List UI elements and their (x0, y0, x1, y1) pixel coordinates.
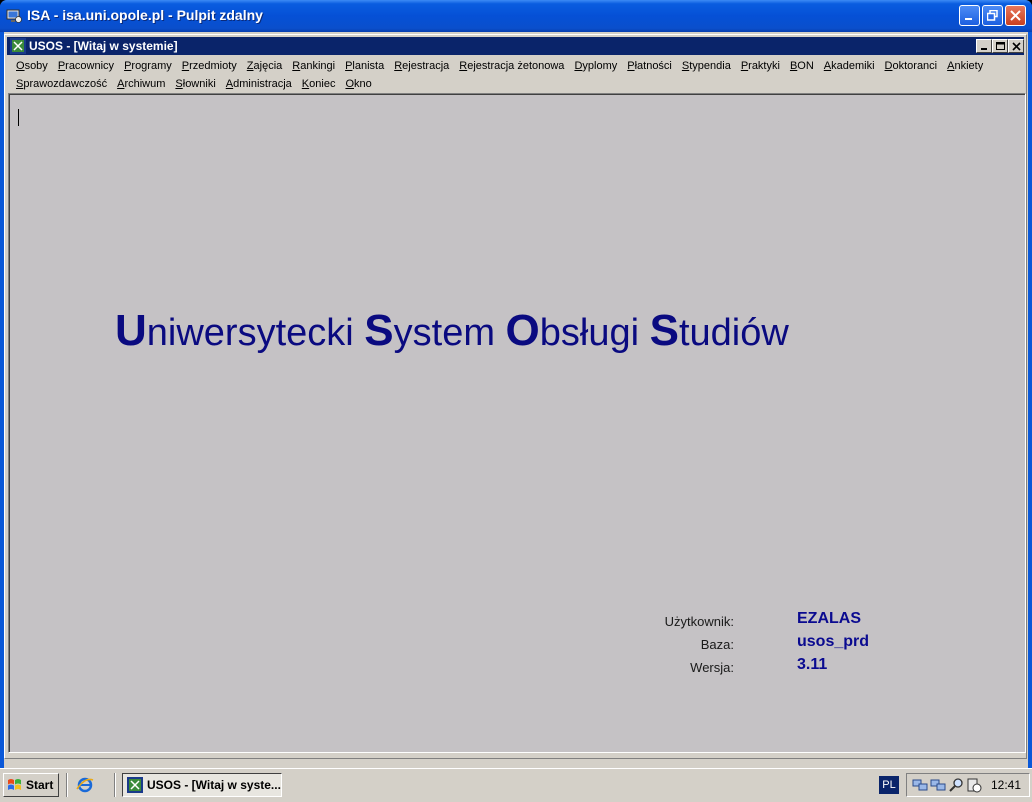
magnifier-icon[interactable] (948, 777, 964, 793)
outer-title-bar[interactable]: ISA - isa.uni.opole.pl - Pulpit zdalny (0, 0, 1032, 32)
start-label: Start (26, 778, 54, 792)
close-icon (1012, 42, 1021, 51)
restore-button[interactable] (982, 5, 1003, 26)
text-caret (18, 109, 19, 126)
outer-window-title: ISA - isa.uni.opole.pl - Pulpit zdalny (27, 7, 263, 23)
inner-window-title: USOS - [Witaj w systemie] (29, 39, 178, 53)
user-row: Użytkownik: EZALAS (649, 610, 989, 633)
usos-app-icon (10, 38, 26, 54)
heading-word-3: bsługi (539, 312, 650, 354)
menu-item-stypendia[interactable]: Stypendia (677, 57, 736, 75)
network-icon[interactable] (912, 777, 928, 793)
heading-initial-u: U (115, 306, 147, 355)
taskbar-usos-label: USOS - [Witaj w syste... (147, 778, 281, 792)
user-label: Użytkownik: (664, 614, 734, 629)
menu-item-akademiki[interactable]: Akademiki (819, 57, 880, 75)
close-button[interactable] (1005, 5, 1026, 26)
database-row: Baza: usos_prd (649, 633, 989, 656)
remote-desktop-icon (6, 9, 22, 23)
menu-item-ankiety[interactable]: Ankiety (942, 57, 988, 75)
menu-item-płatności[interactable]: Płatności (622, 57, 677, 75)
menu-item-praktyki[interactable]: Praktyki (736, 57, 785, 75)
menu-item-przedmioty[interactable]: Przedmioty (177, 57, 242, 75)
menu-item-bon[interactable]: BON (785, 57, 819, 75)
system-tray: 12:41 (906, 773, 1030, 797)
taskbar-separator (114, 773, 116, 797)
version-row: Wersja: 3.11 (649, 656, 989, 679)
menu-item-słowniki[interactable]: Słowniki (170, 75, 220, 93)
menu-item-administracja[interactable]: Administracja (221, 75, 297, 93)
minimize-icon (981, 48, 987, 50)
minimize-button[interactable] (959, 5, 980, 26)
menu-item-pracownicy[interactable]: Pracownicy (53, 57, 119, 75)
windows-flag-icon (8, 779, 21, 790)
heading-word-1: niwersytecki (146, 312, 365, 354)
usos-app-icon (127, 777, 143, 793)
language-indicator[interactable]: PL (879, 776, 899, 794)
heading-initial-s2: S (649, 306, 679, 355)
menu-item-osoby[interactable]: Osoby (11, 57, 53, 75)
network-icon-2[interactable] (930, 777, 946, 793)
welcome-panel: Uniwersytecki System Obsługi Studiów Uży… (8, 93, 1026, 753)
menu-item-sprawozdawczość[interactable]: Sprawozdawczość (11, 75, 112, 93)
menu-item-okno[interactable]: Okno (340, 75, 376, 93)
menu-item-planista[interactable]: Planista (340, 57, 389, 75)
taskbar-usos-button[interactable]: USOS - [Witaj w syste... (122, 773, 282, 797)
inner-minimize-button[interactable] (976, 39, 992, 53)
clock[interactable]: 12:41 (991, 778, 1021, 792)
heading-initial-o: O (505, 306, 540, 355)
version-label: Wersja: (690, 660, 734, 675)
menu-row-1: Osoby Pracownicy Programy Przedmioty Zajęcia… (11, 57, 988, 75)
menu-item-rejestracja-żetonowa[interactable]: Rejestracja żetonowa (454, 57, 569, 75)
version-value: 3.11 (797, 656, 828, 673)
user-value: EZALAS (797, 610, 861, 627)
heading-word-4: tudiów (678, 312, 789, 354)
database-value: usos_prd (797, 633, 870, 650)
menu-item-koniec[interactable]: Koniec (297, 75, 341, 93)
menu-item-rejestracja[interactable]: Rejestracja (389, 57, 454, 75)
heading-word-2: ystem (393, 312, 506, 354)
inner-title-bar[interactable]: USOS - [Witaj w systemie] (7, 37, 1024, 55)
taskbar-separator (66, 773, 68, 797)
restore-icon (987, 10, 998, 21)
minimize-icon (965, 18, 972, 20)
inner-close-button[interactable] (1008, 39, 1024, 53)
heading-initial-s: S (364, 306, 394, 355)
menu-row-2: Sprawozdawczość Archiwum Słowniki Administr… (11, 75, 377, 93)
outer-window: ISA - isa.uni.opole.pl - Pulpit zdalny U… (0, 0, 1032, 768)
inner-maximize-button[interactable] (992, 39, 1008, 53)
menu-item-dyplomy[interactable]: Dyplomy (569, 57, 622, 75)
safely-remove-icon[interactable] (966, 777, 982, 793)
close-icon (1010, 10, 1021, 21)
menu-bar: Osoby Pracownicy Programy Przedmioty Zajęcia… (7, 56, 1024, 92)
database-label: Baza: (700, 637, 734, 652)
session-info: Użytkownik: EZALAS Baza: usos_prd Wersja… (649, 610, 989, 679)
start-button[interactable]: Start (3, 773, 59, 797)
system-name-heading: Uniwersytecki System Obsługi Studiów (115, 306, 789, 356)
menu-item-doktoranci[interactable]: Doktoranci (880, 57, 943, 75)
menu-item-programy[interactable]: Programy (119, 57, 177, 75)
internet-explorer-icon[interactable] (76, 776, 94, 794)
menu-item-archiwum[interactable]: Archiwum (112, 75, 170, 93)
menu-item-zajęcia[interactable]: Zajęcia (242, 57, 287, 75)
menu-item-rankingi[interactable]: Rankingi (287, 57, 340, 75)
taskbar: Start USOS - [Witaj w syste... PL 12:41 (0, 768, 1032, 802)
maximize-icon (996, 42, 1005, 50)
